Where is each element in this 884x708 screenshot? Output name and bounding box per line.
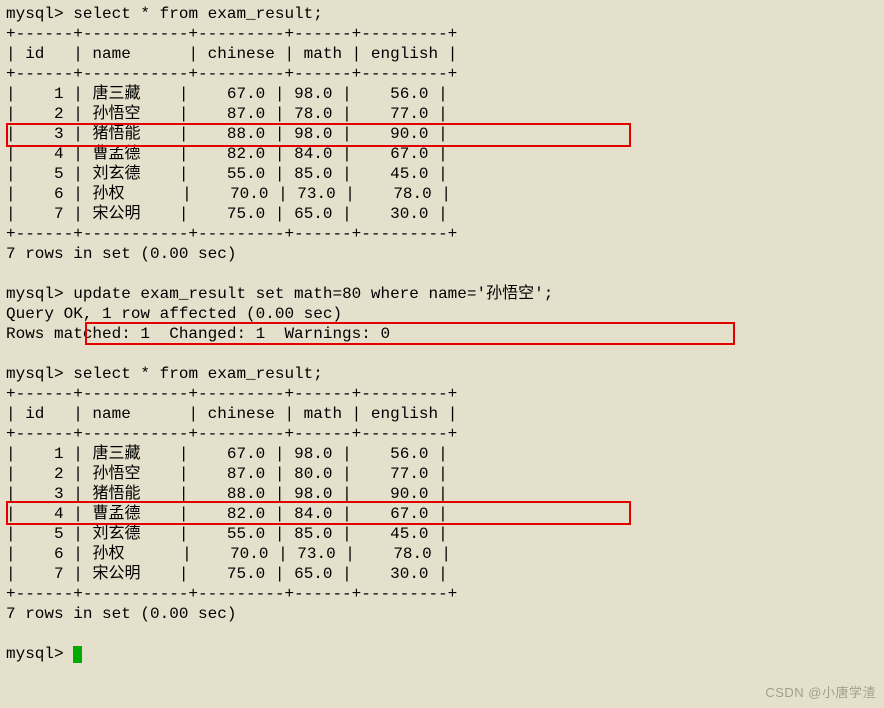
table-row: | 1 | 唐三藏 | 67.0 | 98.0 | 56.0 | — [6, 445, 448, 463]
table-row: | 1 | 唐三藏 | 67.0 | 98.0 | 56.0 | — [6, 85, 448, 103]
table-row: | 4 | 曹孟德 | 82.0 | 84.0 | 67.0 | — [6, 145, 448, 163]
table-row: | 7 | 宋公明 | 75.0 | 65.0 | 30.0 | — [6, 205, 448, 223]
table-row: | 6 | 孙权 | 70.0 | 73.0 | 78.0 | — [6, 545, 451, 563]
table-sep: +------+-----------+---------+------+---… — [6, 225, 457, 243]
table-sep: +------+-----------+---------+------+---… — [6, 585, 457, 603]
highlight-update-cmd — [85, 322, 735, 345]
table2-header: | id | name | chinese | math | english | — [6, 405, 457, 423]
table1-header: | id | name | chinese | math | english | — [6, 45, 457, 63]
table-row: | 7 | 宋公明 | 75.0 | 65.0 | 30.0 | — [6, 565, 448, 583]
watermark: CSDN @小唐学渣 — [765, 685, 876, 701]
sql-select-2: select * from exam_result; — [73, 365, 323, 383]
prompt: mysql> — [6, 285, 64, 303]
highlight-row-before — [6, 123, 631, 147]
table-row: | 5 | 刘玄德 | 55.0 | 85.0 | 45.0 | — [6, 165, 448, 183]
table-sep: +------+-----------+---------+------+---… — [6, 385, 457, 403]
table-sep: +------+-----------+---------+------+---… — [6, 25, 457, 43]
prompt: mysql> — [6, 645, 64, 663]
sql-update: update exam_result set math=80 where nam… — [73, 285, 553, 303]
table-row: | 2 | 孙悟空 | 87.0 | 78.0 | 77.0 | — [6, 105, 448, 123]
table-sep: +------+-----------+---------+------+---… — [6, 425, 457, 443]
table-row: | 6 | 孙权 | 70.0 | 73.0 | 78.0 | — [6, 185, 451, 203]
cursor-icon — [73, 646, 82, 663]
table2-footer: 7 rows in set (0.00 sec) — [6, 605, 236, 623]
table-sep: +------+-----------+---------+------+---… — [6, 65, 457, 83]
sql-select-1: select * from exam_result; — [73, 5, 323, 23]
table-row: | 5 | 刘玄德 | 55.0 | 85.0 | 45.0 | — [6, 525, 448, 543]
prompt: mysql> — [6, 5, 64, 23]
prompt: mysql> — [6, 365, 64, 383]
highlight-row-after — [6, 501, 631, 525]
update-result-1: Query OK, 1 row affected (0.00 sec) — [6, 305, 342, 323]
table-row: | 2 | 孙悟空 | 87.0 | 80.0 | 77.0 | — [6, 465, 448, 483]
table1-footer: 7 rows in set (0.00 sec) — [6, 245, 236, 263]
